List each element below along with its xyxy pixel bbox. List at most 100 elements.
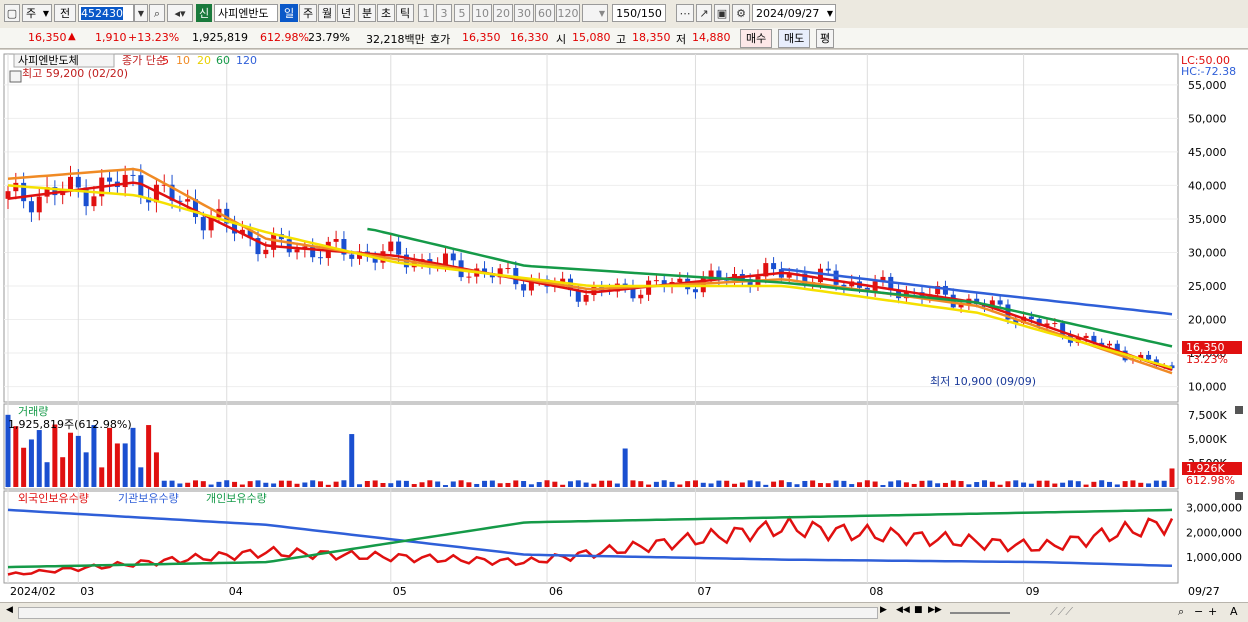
price-axis-label: 40,000 — [1188, 179, 1227, 192]
interval-20[interactable]: 20 — [493, 4, 513, 22]
volume-bar — [419, 482, 425, 487]
interval-60[interactable]: 60 — [535, 4, 555, 22]
period-yearly[interactable]: 년 — [337, 4, 355, 22]
volume-bar — [91, 425, 97, 487]
interval-30[interactable]: 30 — [514, 4, 534, 22]
search-icon[interactable]: ⌕ — [149, 4, 165, 22]
candle-body — [1107, 343, 1113, 346]
volume-bar — [1091, 481, 1097, 487]
grid-icon[interactable]: ⋯ — [676, 4, 694, 22]
candle-body — [349, 254, 355, 259]
gear-icon[interactable]: ⚙ — [732, 4, 750, 22]
date-value: 2024/09/27 — [756, 7, 820, 20]
volume-bar — [982, 480, 988, 487]
volume-bar — [638, 481, 644, 487]
volume-bar — [810, 480, 816, 487]
type-select[interactable]: 주 ▼ — [22, 4, 52, 22]
candle-body — [771, 263, 777, 270]
window-icon[interactable]: ▢ — [4, 4, 20, 22]
indicator-tools-icon[interactable]: ⟋⟋⟋ — [1050, 605, 1073, 619]
high-price: 18,350 — [632, 31, 671, 44]
period-daily[interactable]: 일 — [280, 4, 298, 22]
market-select[interactable]: 전 — [54, 4, 76, 22]
volume-bar — [67, 432, 73, 487]
volume-bar — [380, 483, 386, 487]
date-field[interactable]: 2024/09/27 ▼ — [752, 4, 836, 22]
draw-icon[interactable]: ↗ — [696, 4, 712, 22]
period-second[interactable]: 초 — [377, 4, 395, 22]
evaluate-button[interactable]: 평 — [816, 29, 835, 48]
zoom-out-button[interactable]: − — [1194, 605, 1203, 618]
speaker-icon[interactable]: ◂▾ — [167, 4, 193, 22]
rewind-icon[interactable]: ◀◀ — [896, 605, 910, 615]
sell-button[interactable]: 매도 — [778, 29, 811, 48]
candle-body — [521, 284, 527, 291]
volume-bar — [942, 482, 948, 487]
zoom-in-button[interactable]: + — [1208, 605, 1217, 618]
legend-institution: 기관보유수량 — [118, 492, 179, 505]
code-dropdown-icon[interactable]: ▼ — [134, 4, 148, 22]
zoom-slider[interactable] — [950, 612, 1010, 614]
scroll-right-icon[interactable]: ▶ — [880, 605, 887, 615]
volume-bar — [614, 483, 620, 487]
volume-bar — [567, 481, 573, 487]
volume-bar — [872, 481, 878, 487]
date-axis-label: 03 — [80, 585, 94, 598]
market-select-value: 전 — [59, 7, 71, 20]
volume-bar — [528, 484, 534, 487]
volume-bar — [888, 481, 894, 487]
interval-3[interactable]: 3 — [436, 4, 452, 22]
holding-panel-frame — [3, 490, 1179, 584]
stop-icon[interactable]: ■ — [914, 605, 923, 615]
chart-svg[interactable]: 55,000 50,000 45,000 40,000 35,000 30,000 25,0… — [0, 50, 1248, 602]
volume-bar — [1114, 484, 1120, 487]
volume-bar — [1099, 480, 1105, 487]
fast-forward-icon[interactable]: ▶▶ — [928, 605, 942, 615]
buy-button[interactable]: 매수 — [740, 29, 773, 48]
period-tick[interactable]: 틱 — [396, 4, 414, 22]
volume-bar — [669, 481, 675, 487]
calculator-icon[interactable] — [9, 70, 22, 83]
volume-bar — [692, 480, 698, 487]
volume-panel-close-icon[interactable] — [1235, 406, 1243, 414]
candle-body — [1083, 335, 1089, 338]
candle-body — [942, 286, 948, 295]
candle-body — [75, 176, 81, 188]
volume-bar — [927, 480, 933, 487]
horizontal-scrollbar[interactable] — [18, 607, 878, 619]
volume-bar — [1169, 468, 1175, 487]
period-weekly[interactable]: 주 — [299, 4, 317, 22]
volume-bar — [1052, 483, 1058, 487]
zoom-search-icon[interactable]: ⌕ — [1178, 605, 1184, 619]
volume-bar — [138, 467, 144, 487]
scroll-left-icon[interactable]: ◀ — [6, 605, 13, 615]
save-icon[interactable]: ▣ — [714, 4, 730, 22]
period-monthly[interactable]: 월 — [318, 4, 336, 22]
period-minute[interactable]: 분 — [358, 4, 376, 22]
count-field[interactable]: 150/150 — [612, 4, 666, 22]
volume-bar — [1122, 481, 1128, 487]
volume-bar — [755, 481, 761, 487]
price-panel-stock-name: 사피엔반도체 — [18, 54, 79, 67]
volume-bar — [1107, 481, 1113, 487]
volume-bar — [919, 480, 925, 487]
volume-bar — [278, 480, 284, 487]
volume-ratio: 612.98% — [260, 31, 309, 44]
chart-area[interactable]: 55,000 50,000 45,000 40,000 35,000 30,000 25,0… — [0, 50, 1248, 602]
volume-bar — [247, 481, 253, 487]
volume-bar — [411, 484, 417, 487]
volume-bar — [239, 484, 245, 487]
candle-body — [833, 270, 839, 285]
interval-5[interactable]: 5 — [454, 4, 470, 22]
volume-bar — [575, 480, 581, 487]
code-input[interactable]: 452430 — [78, 4, 134, 22]
volume-bar — [864, 480, 870, 487]
interval-120[interactable]: 120 — [556, 4, 580, 22]
volume-bar — [1146, 483, 1152, 487]
custom-interval-select[interactable]: ▼ — [582, 4, 608, 22]
font-size-button[interactable]: A — [1230, 605, 1238, 618]
holding-panel-close-icon[interactable] — [1235, 492, 1243, 500]
trade-amount: 32,218백만 — [366, 33, 425, 46]
interval-1[interactable]: 1 — [418, 4, 434, 22]
interval-10[interactable]: 10 — [472, 4, 492, 22]
